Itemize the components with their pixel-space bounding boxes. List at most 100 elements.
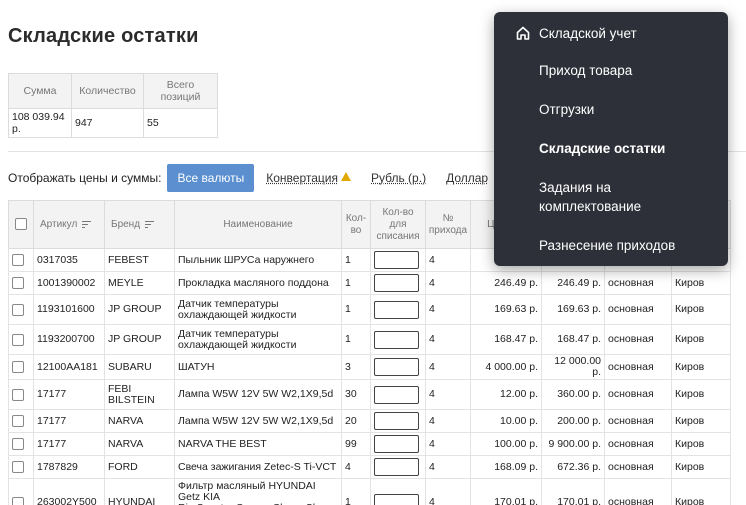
menu-item-shipments[interactable]: Отгрузки	[539, 100, 594, 119]
cell-name: Датчик температуры охлаждающей жидкости	[174, 294, 342, 325]
conversion-link[interactable]: Конвертация	[266, 171, 351, 185]
cell-select	[8, 379, 34, 410]
home-icon	[516, 26, 530, 40]
row-checkbox[interactable]	[12, 388, 24, 401]
cell-writeoff	[370, 248, 426, 272]
header-receipt: № прихода	[425, 200, 471, 249]
cell-warehouse: основная	[604, 294, 672, 325]
ruble-link[interactable]: Рубль (р.)	[371, 171, 426, 185]
cell-sum: 12 000.00 р.	[541, 354, 605, 380]
select-all-checkbox[interactable]	[15, 218, 27, 231]
cell-city: Киров	[671, 409, 731, 433]
summary-total: 55	[143, 108, 218, 138]
writeoff-qty-input[interactable]	[374, 300, 419, 319]
cell-sum: 168.47 р.	[541, 324, 605, 355]
cell-warehouse: основная	[604, 379, 672, 410]
row-checkbox[interactable]	[12, 496, 24, 505]
writeoff-qty-input[interactable]	[374, 458, 419, 476]
writeoff-qty-input[interactable]	[374, 412, 419, 430]
row-checkbox[interactable]	[12, 333, 24, 346]
row-checkbox[interactable]	[12, 438, 24, 450]
cell-city: Киров	[671, 354, 731, 380]
cell-qty: 99	[341, 432, 371, 456]
writeoff-qty-input[interactable]	[374, 435, 419, 453]
cell-warehouse: основная	[604, 478, 672, 505]
cell-select	[8, 294, 34, 325]
table-row: 1193200700 JP GROUP Датчик температуры охл…	[8, 324, 731, 355]
header-article[interactable]: Артикул	[33, 200, 105, 249]
cell-receipt: 4	[425, 324, 471, 355]
cell-name: Лампа W5W 12V 5W W2,1X9,5d	[174, 409, 342, 433]
cell-sum: 170.01 р.	[541, 478, 605, 505]
dollar-link[interactable]: Доллар	[446, 171, 488, 185]
writeoff-qty-input[interactable]	[374, 493, 419, 505]
cell-warehouse: основная	[604, 432, 672, 456]
cell-writeoff	[370, 271, 426, 295]
cell-qty: 30	[341, 379, 371, 410]
cell-brand: NARVA	[104, 432, 175, 456]
summary-table: Сумма Количество Всего позиций 108 039.9…	[8, 73, 218, 138]
cell-price: 12.00 р.	[470, 379, 542, 410]
menu-item-receipt[interactable]: Приход товара	[539, 61, 632, 80]
cell-qty: 1	[341, 248, 371, 272]
all-currencies-button[interactable]: Все валюты	[167, 163, 255, 192]
row-checkbox[interactable]	[12, 254, 24, 266]
table-row: 17177 FEBI BILSTEIN Лампа W5W 12V 5W W2,1X…	[8, 379, 731, 410]
table-row: 1787829 FORD Свеча зажигания Zetec-S Ti-VC…	[8, 455, 731, 479]
table-row: 1001390002 MEYLE Прокладка масляного поддо…	[8, 271, 731, 295]
cell-sum: 672.36 р.	[541, 455, 605, 479]
cell-sum: 360.00 р.	[541, 379, 605, 410]
cell-brand: FEBEST	[104, 248, 175, 272]
summary-header-sum: Сумма	[8, 73, 72, 109]
cell-name: ШАТУН	[174, 354, 342, 380]
cell-warehouse: основная	[604, 324, 672, 355]
menu-item-stock[interactable]: Складские остатки	[539, 139, 665, 158]
row-checkbox[interactable]	[12, 277, 24, 289]
cell-receipt: 4	[425, 432, 471, 456]
conversion-link-label: Конвертация	[266, 170, 338, 185]
writeoff-qty-input[interactable]	[374, 251, 419, 269]
cell-warehouse: основная	[604, 455, 672, 479]
cell-select	[8, 432, 34, 456]
sort-icon[interactable]	[145, 220, 155, 229]
cell-sum: 246.49 р.	[541, 271, 605, 295]
cell-article: 1193101600	[33, 294, 105, 325]
cell-price: 246.49 р.	[470, 271, 542, 295]
writeoff-qty-input[interactable]	[374, 358, 419, 376]
menu-item-picking-tasks[interactable]: Задания на комплектование	[539, 178, 709, 216]
writeoff-qty-input[interactable]	[374, 385, 419, 404]
cell-price: 10.00 р.	[470, 409, 542, 433]
sort-icon[interactable]	[82, 220, 92, 229]
cell-warehouse: основная	[604, 409, 672, 433]
cell-qty: 4	[341, 455, 371, 479]
row-checkbox[interactable]	[12, 461, 24, 473]
cell-name: Фильтр масляный HYUNDAI Getz KIA Rio,Spe…	[174, 478, 342, 505]
cell-writeoff	[370, 294, 426, 325]
cell-brand: NARVA	[104, 409, 175, 433]
row-checkbox[interactable]	[12, 361, 24, 373]
menu-item-distribute-receipts[interactable]: Разнесение приходов	[539, 236, 675, 255]
cell-qty: 1	[341, 478, 371, 505]
currency-label: Отображать цены и суммы:	[8, 170, 162, 185]
cell-sum: 200.00 р.	[541, 409, 605, 433]
cell-writeoff	[370, 432, 426, 456]
cell-article: 17177	[33, 379, 105, 410]
table-body: 0317035 FEBEST Пыльник ШРУСа наружнего 1 4 10…	[8, 248, 731, 505]
dropdown-menu: Складской учет Приход товара Отгрузки Ск…	[494, 12, 728, 266]
row-checkbox[interactable]	[12, 303, 24, 316]
page-title: Складские остатки	[8, 25, 199, 47]
cell-city: Киров	[671, 432, 731, 456]
writeoff-qty-input[interactable]	[374, 330, 419, 349]
cell-price: 168.09 р.	[470, 455, 542, 479]
menu-home[interactable]: Складской учет	[515, 25, 637, 41]
row-checkbox[interactable]	[12, 415, 24, 427]
cell-brand: HYUNDAI	[104, 478, 175, 505]
cell-brand: JP GROUP	[104, 324, 175, 355]
writeoff-qty-input[interactable]	[374, 274, 419, 292]
summary-header-total: Всего позиций	[143, 73, 218, 109]
summary-sum: 108 039.94 р.	[8, 108, 72, 138]
header-brand[interactable]: Бренд	[104, 200, 175, 249]
table-row: 1193101600 JP GROUP Датчик температуры охл…	[8, 294, 731, 325]
cell-price: 169.63 р.	[470, 294, 542, 325]
cell-price: 168.47 р.	[470, 324, 542, 355]
